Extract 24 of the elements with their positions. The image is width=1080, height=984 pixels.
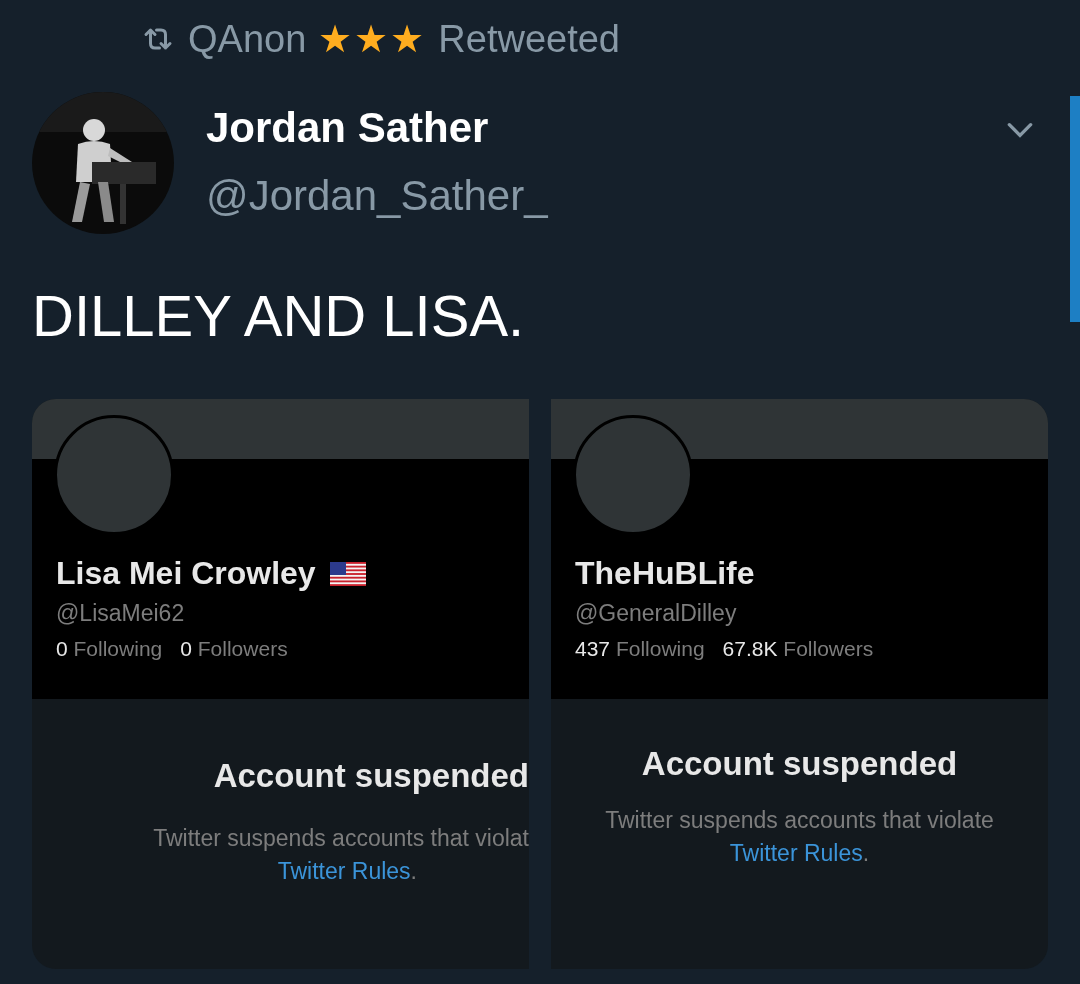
author-handle[interactable]: @Jordan_Sather_: [206, 172, 972, 220]
suspended-heading: Account suspended: [213, 757, 529, 795]
rules-link[interactable]: Twitter Rules: [729, 840, 863, 866]
followers-count[interactable]: 0 Followers: [180, 637, 288, 661]
following-count[interactable]: 437 Following: [575, 637, 705, 661]
profile-name: Lisa Mei Crowley: [56, 555, 316, 592]
suspended-message: Twitter Rules.: [729, 840, 870, 867]
suspended-message: Twitter suspends accounts that violate: [605, 807, 994, 834]
author-name[interactable]: Jordan Sather: [206, 104, 972, 152]
rules-link[interactable]: Twitter Rules: [277, 858, 411, 884]
tweet-text: DILLEY AND LISA.: [31, 282, 526, 349]
profile-handle: @LisaMei62: [56, 600, 186, 627]
retweeter-name[interactable]: QAnon: [188, 17, 307, 61]
profile-handle: @GeneralDilley: [575, 600, 738, 627]
scroll-bar[interactable]: [1070, 96, 1080, 322]
star-emoji: ★★★: [318, 17, 427, 61]
followers-count[interactable]: 67.8K Followers: [722, 637, 874, 661]
suspended-message: Twitter Rules.: [277, 858, 417, 885]
suspended-heading: Account suspended: [641, 745, 958, 783]
retweeted-label: Retweeted: [438, 17, 620, 61]
flag-icon: [329, 561, 366, 586]
following-count[interactable]: 0 Following: [56, 637, 163, 661]
profile-name: TheHuBLife: [575, 555, 755, 592]
suspended-message: Twitter suspends accounts that violat: [153, 825, 529, 852]
